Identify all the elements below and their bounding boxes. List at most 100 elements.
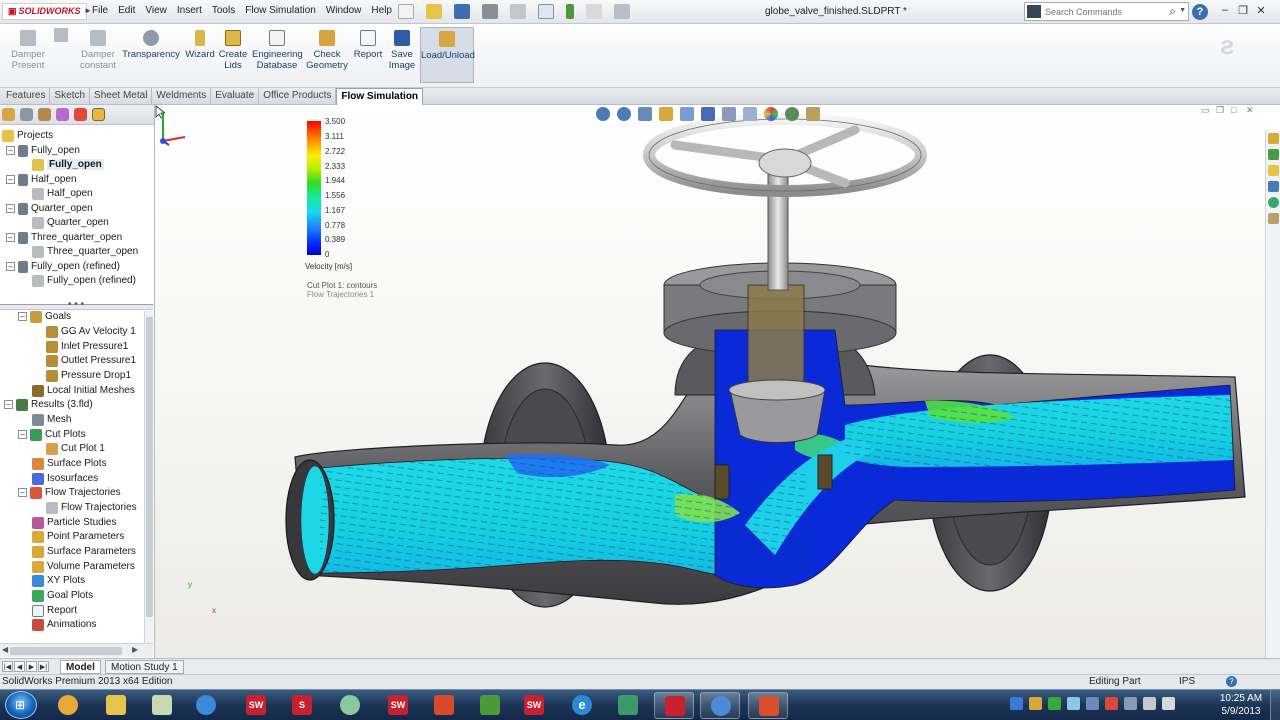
design-library-icon[interactable] <box>1268 149 1279 160</box>
feature-manager-icon[interactable] <box>2 108 15 121</box>
tree-item-quarter-open-config[interactable]: Quarter_open <box>32 215 109 230</box>
next-tab-icon[interactable]: ▶ <box>26 661 37 672</box>
tree-item-fully-open-refined[interactable]: – Fully_open (refined) <box>6 259 120 274</box>
tray-security-icon[interactable] <box>1048 697 1061 710</box>
scrollbar-thumb[interactable] <box>10 647 122 655</box>
open-folder-icon[interactable] <box>426 4 442 19</box>
taskbar-browser[interactable] <box>186 692 226 719</box>
projects-root[interactable]: Projects <box>2 128 53 143</box>
tab-evaluate[interactable]: Evaluate <box>211 88 260 105</box>
load-unload-button[interactable]: Load/Unload <box>420 27 475 83</box>
tree-item-isosurfaces[interactable]: Isosurfaces <box>32 471 98 486</box>
view-settings-icon[interactable] <box>806 107 820 121</box>
rebuild-icon[interactable] <box>566 4 574 19</box>
tray-flag-icon[interactable] <box>1029 697 1042 710</box>
scroll-right-icon[interactable]: ▶ <box>132 645 138 654</box>
collapse-icon[interactable]: – <box>18 312 27 321</box>
minimize-icon[interactable]: – <box>1216 4 1234 17</box>
zoom-to-area-icon[interactable] <box>617 107 631 121</box>
restore-icon[interactable]: ❐ <box>1234 4 1252 17</box>
chevron-down-icon[interactable]: ▼ <box>1179 7 1186 14</box>
system-clock[interactable]: 10:25 AM 5/9/2013 <box>1216 692 1266 718</box>
tray-volume-icon[interactable] <box>1162 697 1175 710</box>
tray-app-icon[interactable] <box>1010 697 1023 710</box>
help-icon[interactable]: ? <box>1192 4 1208 20</box>
collapse-icon[interactable]: – <box>6 233 15 242</box>
tree-item-cut-plot-1[interactable]: Cut Plot 1 <box>46 441 105 456</box>
tree-item-fully-open[interactable]: – Fully_open <box>6 143 80 158</box>
menu-tools[interactable]: Tools <box>212 5 235 16</box>
taskbar-solidworks-4[interactable] <box>424 692 464 719</box>
graphics-viewport[interactable]: ▭ ❐ □ ✕ 3.500 3.111 2.722 2.333 1.944 1.… <box>155 105 1265 658</box>
tray-shield-icon[interactable] <box>1105 697 1118 710</box>
save-icon[interactable] <box>454 4 470 19</box>
last-tab-icon[interactable]: ▶| <box>38 661 49 672</box>
taskbar-books[interactable] <box>470 692 510 719</box>
taskbar-explorer[interactable] <box>96 692 136 719</box>
tree-item-half-open-config[interactable]: Half_open <box>32 186 93 201</box>
section-view-icon[interactable] <box>659 107 673 121</box>
report-button[interactable]: Report <box>352 30 384 60</box>
collapse-icon[interactable]: – <box>6 204 15 213</box>
search-commands-box[interactable]: ⌕ ▼ <box>1024 2 1189 21</box>
taskbar-molecules[interactable] <box>330 692 370 719</box>
tree-item-goals[interactable]: – Goals <box>18 309 71 324</box>
taskbar-solidworks-active[interactable] <box>654 692 694 719</box>
tray-network-icon[interactable] <box>1086 697 1099 710</box>
tree-item-particle-studies[interactable]: Particle Studies <box>32 515 116 530</box>
tray-snowflake-icon[interactable] <box>1067 697 1080 710</box>
menu-file[interactable]: File <box>92 5 108 16</box>
viewport-maximize-icon[interactable]: □ <box>1231 105 1246 116</box>
taskbar-solidworks-1[interactable]: SW <box>236 692 276 719</box>
solidworks-resources-icon[interactable] <box>1268 133 1279 144</box>
close-icon[interactable]: ✕ <box>1252 4 1270 17</box>
tree-vertical-scrollbar[interactable] <box>144 311 153 643</box>
collapse-icon[interactable]: – <box>6 175 15 184</box>
tree-item-animations[interactable]: Animations <box>32 617 96 632</box>
menu-flow-simulation[interactable]: Flow Simulation <box>245 5 316 16</box>
tree-item-volume-parameters[interactable]: Volume Parameters <box>32 559 135 574</box>
collapse-icon[interactable]: – <box>18 430 27 439</box>
menu-view[interactable]: View <box>145 5 167 16</box>
logo-flyout-arrow-icon[interactable]: ► <box>84 6 92 15</box>
dimxpert-icon[interactable] <box>56 108 69 121</box>
tree-item-xy-plots[interactable]: XY Plots <box>32 573 85 588</box>
tab-flow-simulation[interactable]: Flow Simulation <box>336 88 424 105</box>
create-lids-button[interactable]: Create Lids <box>218 30 248 71</box>
hide-show-items-icon[interactable] <box>743 107 757 121</box>
view-palette-icon[interactable] <box>1268 181 1279 192</box>
tree-item-local-initial-meshes[interactable]: Local Initial Meshes <box>32 383 135 398</box>
taskbar-solidworks-3[interactable]: SW <box>378 692 418 719</box>
tree-item-three-quarter-open-config[interactable]: Three_quarter_open <box>32 244 138 259</box>
new-document-icon[interactable] <box>398 4 414 19</box>
tray-signal-icon[interactable] <box>1143 697 1156 710</box>
taskbar-flower-app[interactable] <box>700 692 740 719</box>
check-geometry-button[interactable]: Check Geometry <box>305 30 349 71</box>
print-icon[interactable] <box>482 4 498 19</box>
collapse-icon[interactable]: – <box>6 262 15 271</box>
tree-item-three-quarter-open[interactable]: – Three_quarter_open <box>6 230 122 245</box>
unit-system-selector[interactable]: IPS <box>1179 676 1195 687</box>
save-image-button[interactable]: Save Image <box>386 30 418 71</box>
status-help-icon[interactable]: ? <box>1226 676 1237 687</box>
taskbar-edrawings[interactable] <box>608 692 648 719</box>
options-icon[interactable] <box>614 4 630 19</box>
tree-item-flow-trajectories[interactable]: – Flow Trajectories <box>18 485 121 500</box>
taskbar-notepad[interactable] <box>142 692 182 719</box>
tree-item-surface-parameters[interactable]: Surface Parameters <box>32 544 136 559</box>
tree-item-half-open[interactable]: – Half_open <box>6 172 77 187</box>
tab-office-products[interactable]: Office Products <box>259 88 337 105</box>
tab-motion-study-1[interactable]: Motion Study 1 <box>105 660 184 674</box>
tab-model[interactable]: Model <box>60 660 101 674</box>
tree-item-mesh[interactable]: Mesh <box>32 412 71 427</box>
engineering-database-button[interactable]: Engineering Database <box>252 30 303 71</box>
tree-item-cut-plots[interactable]: – Cut Plots <box>18 427 86 442</box>
display-style-icon[interactable] <box>722 107 736 121</box>
viewport-minimize-icon[interactable]: ▭ <box>1201 105 1216 116</box>
tree-item-outlet-pressure[interactable]: Outlet Pressure1 <box>46 353 136 368</box>
viewport-restore-icon[interactable]: ❐ <box>1216 105 1231 116</box>
edit-appearance-icon[interactable] <box>764 107 778 121</box>
flow-analysis-tree-icon[interactable] <box>92 108 105 121</box>
tree-item-inlet-pressure[interactable]: Inlet Pressure1 <box>46 339 128 354</box>
search-icon[interactable]: ⌕ <box>1169 4 1176 19</box>
